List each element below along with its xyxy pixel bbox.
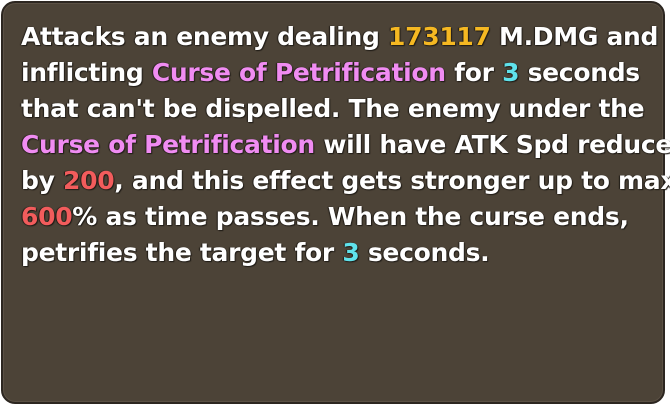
duration-value: 3 [502, 58, 520, 87]
description-text: seconds. [359, 238, 490, 267]
description-text: M.DMG and [490, 22, 659, 51]
status-effect-name: Curse of Petrification [151, 58, 446, 87]
description-text: inflicting [21, 58, 152, 87]
description-text: , and this effect gets stronger up to ma… [114, 166, 670, 195]
description-text: petrifies the target for [21, 238, 343, 267]
description-line: by 200, and this effect gets stronger up… [21, 163, 670, 199]
max-reduction-value: 600 [21, 202, 73, 231]
description-text: seconds [519, 58, 641, 87]
skill-description: Attacks an enemy dealing 173117 M.DMG an… [21, 19, 670, 271]
description-text: for [445, 58, 503, 87]
damage-value: 173117 [388, 22, 491, 51]
description-text: Attacks an enemy dealing [21, 22, 389, 51]
petrify-duration-value: 3 [342, 238, 360, 267]
description-line: petrifies the target for 3 seconds. [21, 235, 651, 271]
description-text: % as time passes. When the curse ends, [72, 202, 629, 231]
description-line: Curse of Petrification will have ATK Spd… [21, 127, 670, 163]
description-line: inflicting Curse of Petrification for 3 … [21, 55, 651, 91]
atk-spd-reduction-value: 200 [63, 166, 115, 195]
description-line: that can't be dispelled. The enemy under… [21, 91, 651, 127]
status-effect-name: Curse of Petrification [21, 130, 315, 159]
skill-tooltip-panel: Attacks an enemy dealing 173117 M.DMG an… [1, 1, 670, 404]
description-text: will have ATK Spd reduced [314, 130, 670, 159]
description-text: that can't be dispelled. The enemy under… [21, 94, 645, 123]
description-text: by [21, 166, 63, 195]
description-line: Attacks an enemy dealing 173117 M.DMG an… [21, 19, 658, 55]
description-line: 600% as time passes. When the curse ends… [21, 199, 651, 235]
